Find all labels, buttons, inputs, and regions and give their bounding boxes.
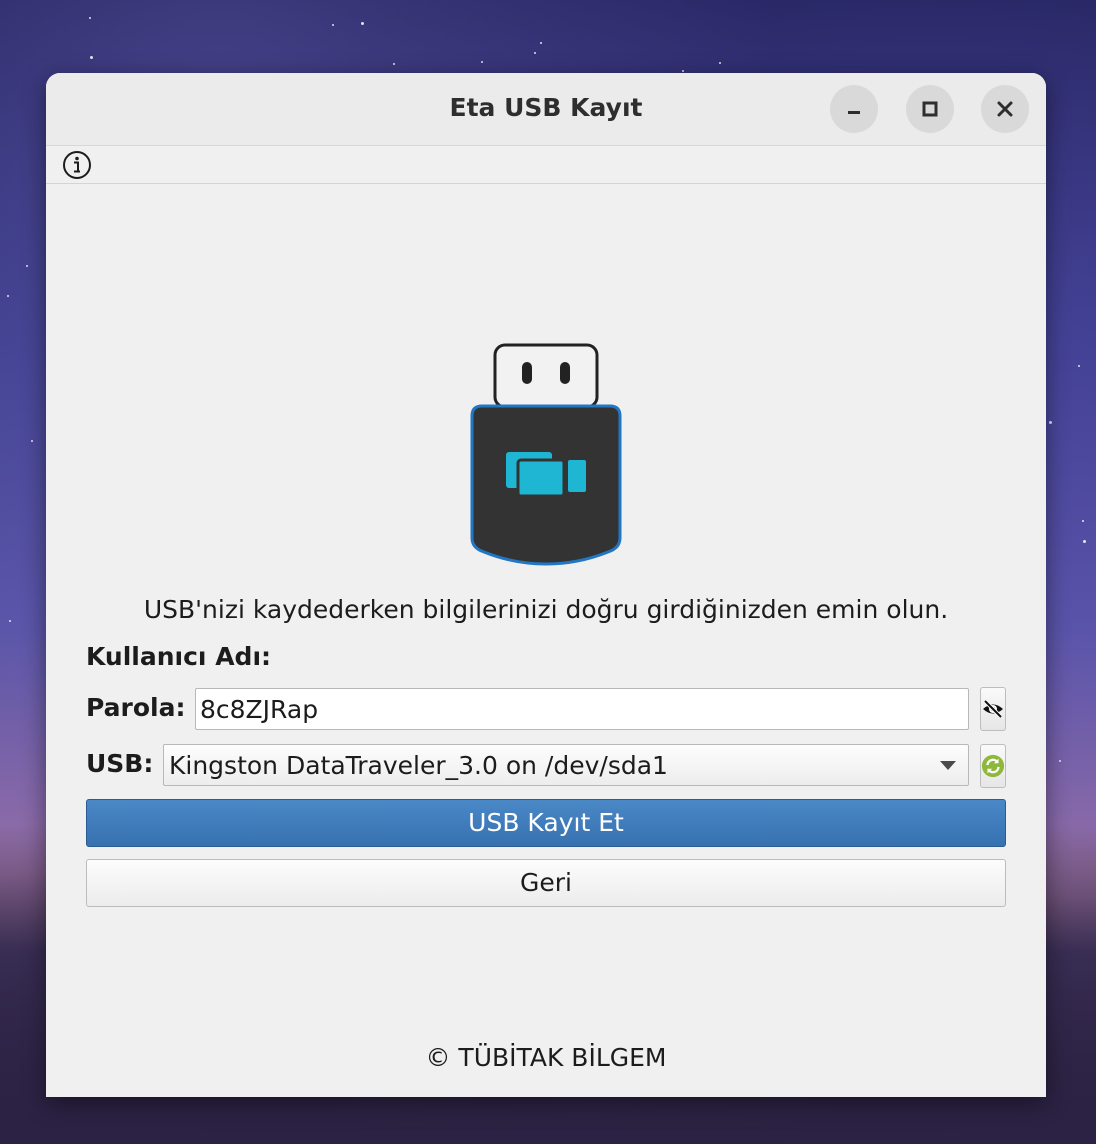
star (534, 52, 536, 54)
star (31, 440, 33, 442)
close-button[interactable] (981, 85, 1029, 133)
usb-label: USB: (86, 749, 154, 778)
minimize-button[interactable] (830, 85, 878, 133)
chevron-down-icon (940, 761, 956, 770)
star (332, 24, 334, 26)
star (481, 61, 483, 63)
star (9, 620, 11, 622)
password-label: Parola: (86, 693, 186, 722)
title-bar: Eta USB Kayıt (46, 73, 1046, 146)
back-button[interactable]: Geri (86, 859, 1006, 907)
star (540, 42, 542, 44)
star (1049, 421, 1052, 424)
usb-drive-icon (470, 343, 622, 566)
star (26, 265, 28, 267)
refresh-icon (981, 754, 1005, 778)
info-message: USB'nizi kaydederken bilgilerinizi doğru… (143, 595, 949, 624)
star (719, 62, 721, 64)
toggle-password-visibility-button[interactable] (980, 687, 1006, 731)
star (90, 56, 93, 59)
star (1078, 365, 1080, 367)
star (393, 63, 395, 65)
menu-bar (46, 146, 1046, 184)
username-label: Kullanıcı Adı: (86, 642, 272, 671)
star (361, 22, 364, 25)
window-title: Eta USB Kayıt (449, 93, 643, 122)
star (682, 70, 684, 72)
usb-select-value: Kingston DataTraveler_3.0 on /dev/sda1 (169, 751, 668, 780)
password-input[interactable] (195, 688, 969, 730)
star (7, 295, 9, 297)
register-usb-button[interactable]: USB Kayıt Et (86, 799, 1006, 847)
usb-device-select[interactable]: Kingston DataTraveler_3.0 on /dev/sda1 (163, 744, 969, 786)
maximize-icon (922, 101, 938, 117)
star (89, 17, 91, 19)
close-icon (997, 101, 1013, 117)
eye-slash-icon (983, 699, 1003, 719)
refresh-usb-button[interactable] (980, 744, 1006, 788)
star (1082, 520, 1084, 522)
info-circle-icon[interactable] (62, 150, 92, 180)
minimize-icon (848, 111, 860, 114)
copyright-footer: © TÜBİTAK BİLGEM (425, 1043, 667, 1072)
app-window: Eta USB Kayıt USB'nizi kaydederken bilgi… (46, 73, 1046, 1097)
maximize-button[interactable] (906, 85, 954, 133)
star (1059, 760, 1061, 762)
star (1083, 540, 1086, 543)
